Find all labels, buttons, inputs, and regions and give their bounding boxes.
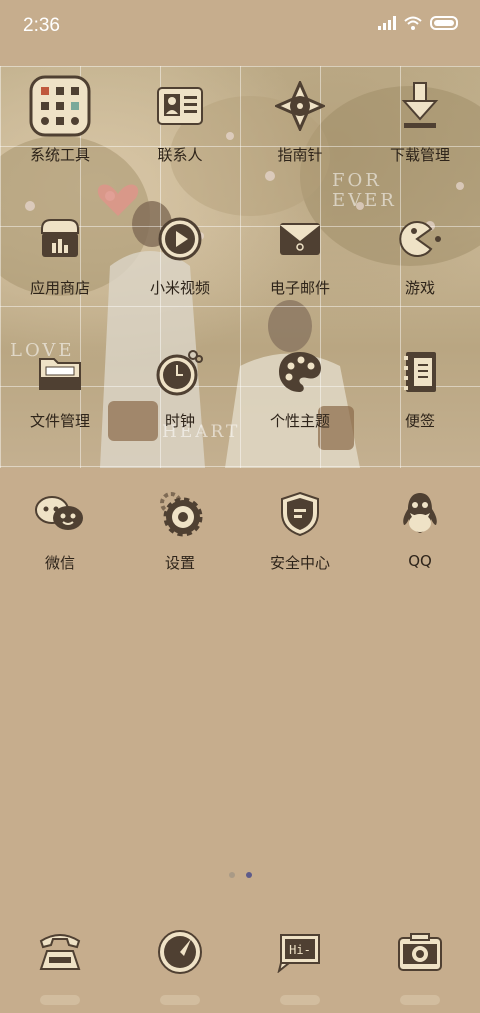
app-row: 微信 设置 安全中心 QQ [0,474,480,607]
app-label: QQ [408,552,432,570]
dock-browser[interactable] [120,922,240,982]
app-label: 指南针 [277,146,323,164]
qq-icon [388,482,452,546]
dock-reflection [0,995,480,1013]
status-bar: 2:36 [0,0,480,52]
app-grid: 系统工具 联系人 指南针 下载管理 应用商店 小米视频 电子邮件 游戏 文件管理… [0,66,480,465]
app-app-store[interactable]: 应用商店 [0,199,120,332]
app-label: 应用商店 [29,279,90,297]
security-icon [268,482,332,546]
app-label: 时钟 [164,412,195,430]
wechat-icon [28,482,92,546]
app-email[interactable]: 电子邮件 [240,199,360,332]
camera-icon [388,922,452,982]
messages-icon-text: Hi- [289,943,311,957]
page-dot-active[interactable] [245,872,252,878]
app-games[interactable]: 游戏 [360,199,480,332]
settings-icon [148,482,212,546]
dock-messages[interactable]: Hi- [240,922,360,982]
app-label: 系统工具 [29,146,90,164]
app-label: 设置 [164,554,195,572]
app-qq[interactable]: QQ [360,474,480,607]
battery-icon [430,16,458,30]
app-label: 安全中心 [269,554,330,572]
clock-icon [148,340,212,404]
app-label: 小米视频 [149,279,210,297]
page-dot[interactable] [228,872,235,878]
notes-icon [388,340,452,404]
game-icon [388,207,452,271]
theme-icon [268,340,332,404]
app-notes[interactable]: 便签 [360,332,480,465]
dock-reflection-item [400,995,440,1005]
app-label: 联系人 [157,146,203,164]
app-label: 便签 [404,412,435,430]
dock-phone[interactable] [0,922,120,982]
app-label: 微信 [44,554,75,572]
file-manager-icon [28,340,92,404]
app-video[interactable]: 小米视频 [120,199,240,332]
phone-icon [28,922,92,982]
app-contacts[interactable]: 联系人 [120,66,240,199]
app-download-manager[interactable]: 下载管理 [360,66,480,199]
app-compass[interactable]: 指南针 [240,66,360,199]
app-settings[interactable]: 设置 [120,474,240,607]
page-indicator[interactable] [0,872,480,878]
app-label: 下载管理 [389,146,450,164]
app-security-center[interactable]: 安全中心 [240,474,360,607]
contacts-icon [148,74,212,138]
app-file-manager[interactable]: 文件管理 [0,332,120,465]
app-label: 个性主题 [269,412,330,430]
download-icon [388,74,452,138]
compass-icon [268,74,332,138]
app-label: 游戏 [404,279,435,297]
app-system-tools[interactable]: 系统工具 [0,66,120,199]
signal-icon [378,16,396,30]
browser-icon [148,922,212,982]
messages-icon: Hi- [268,922,332,982]
dock-camera[interactable] [360,922,480,982]
dock: Hi- [0,922,480,982]
wifi-icon [404,16,422,30]
app-label: 电子邮件 [269,279,330,297]
dock-reflection-item [40,995,80,1005]
app-themes[interactable]: 个性主题 [240,332,360,465]
app-store-icon [28,207,92,271]
email-icon [268,207,332,271]
app-label: 文件管理 [29,412,90,430]
dock-reflection-item [160,995,200,1005]
system-tools-icon [28,74,92,138]
video-icon [148,207,212,271]
dock-reflection-item [280,995,320,1005]
status-time: 2:36 [23,15,60,36]
app-clock[interactable]: 时钟 [120,332,240,465]
app-wechat[interactable]: 微信 [0,474,120,607]
status-icons [378,16,460,30]
